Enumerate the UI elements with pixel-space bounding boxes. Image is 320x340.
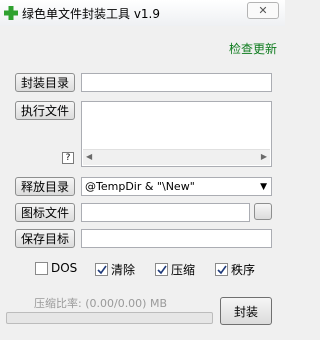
icon-preview-button[interactable] [254,203,272,220]
scroll-left-icon[interactable]: ◀ [86,152,92,161]
scroll-right-icon[interactable]: ▶ [261,152,267,161]
order-checkbox[interactable] [215,263,228,276]
save-target-button[interactable]: 保存目标 [15,229,75,248]
check-icon [217,265,227,275]
release-dir-value: @TempDir & "\New" [85,180,195,193]
dos-checkbox[interactable] [35,261,48,275]
window-title: 绿色单文件封装工具 v1.9 [22,7,161,21]
clear-checkbox[interactable] [95,263,108,276]
exec-file-button[interactable]: 执行文件 [15,101,75,120]
compress-checkbox[interactable] [155,263,168,276]
pack-button[interactable]: 封装 [220,297,272,325]
check-icon [157,265,167,275]
clear-label: 清除 [111,263,136,277]
release-dir-button[interactable]: 释放目录 [15,177,75,196]
help-button[interactable]: ? [62,152,74,164]
title-bar: 绿色单文件封装工具 v1.9 ✕ [0,0,285,26]
check-icon [97,265,107,275]
compress-label: 压缩 [171,263,196,277]
close-button[interactable]: ✕ [247,2,279,19]
order-label: 秩序 [231,263,256,277]
chevron-down-icon[interactable]: ▼ [260,179,267,195]
option-dos[interactable]: DOS [35,261,77,275]
dos-label: DOS [51,261,78,275]
save-target-input[interactable] [81,229,272,248]
green-plus-icon [4,6,18,20]
horizontal-scrollbar[interactable]: ◀ ▶ [83,149,270,165]
option-compress[interactable]: 压缩 [155,261,195,278]
package-dir-button[interactable]: 封装目录 [15,73,75,92]
exec-file-textarea[interactable]: ◀ ▶ [81,101,272,167]
icon-file-input[interactable] [81,203,250,222]
progress-bar [6,312,213,324]
compression-ratio-label: 压缩比率: (0.00/0.00) MB [34,297,168,310]
close-icon: ✕ [258,4,268,17]
release-dir-combobox[interactable]: @TempDir & "\New" ▼ [81,177,272,196]
check-update-link[interactable]: 检查更新 [229,40,277,57]
option-order[interactable]: 秩序 [215,261,255,278]
icon-file-button[interactable]: 图标文件 [15,203,75,222]
package-dir-input[interactable] [81,73,272,92]
option-clear[interactable]: 清除 [95,261,135,278]
